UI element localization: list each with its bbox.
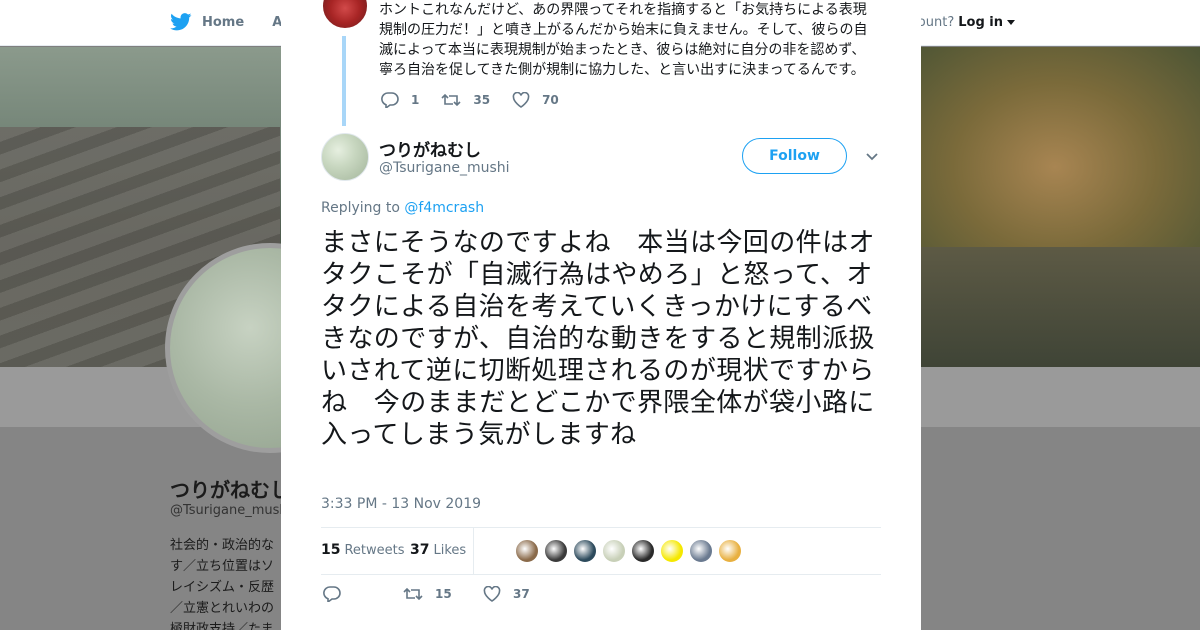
retweet-icon [441, 93, 461, 107]
thread-connector-line [342, 36, 346, 126]
retweets-count: 15 [321, 542, 341, 558]
parent-reply-button[interactable]: 1 [381, 92, 419, 108]
retweets-label: Retweets [344, 543, 405, 558]
parent-reply-count: 1 [411, 93, 420, 107]
chevron-down-icon [866, 153, 878, 161]
parent-like-count: 70 [542, 93, 559, 107]
bio-line: す／立ち位置はソ [170, 559, 275, 574]
likes-count: 37 [410, 542, 430, 558]
tweet-text: まさにそうなのですよね 本当は今回の件はオタクこそが「自滅行為はやめろ」と怒って… [321, 228, 875, 450]
chevron-down-icon [1007, 19, 1015, 25]
twitter-bird-icon[interactable] [170, 13, 192, 31]
like-count: 37 [513, 587, 530, 601]
tweet-modal: ホントこれなんだけど、あの界隈ってそれを指摘すると「お気持ちによる表現規制の圧力… [281, 0, 921, 630]
profile-name: つりがねむし [170, 478, 290, 502]
parent-tweet-text: ホントこれなんだけど、あの界隈ってそれを指摘すると「お気持ちによる表現規制の圧力… [379, 2, 868, 78]
close-icon [1156, 14, 1176, 34]
banner-trees [910, 47, 1200, 247]
reply-icon [323, 586, 341, 602]
like-button[interactable]: 37 [483, 586, 530, 602]
reply-button[interactable] [323, 586, 353, 602]
liker-avatar[interactable] [718, 539, 742, 563]
parent-retweet-count: 35 [473, 93, 491, 107]
follow-button[interactable]: Follow [742, 138, 847, 174]
retweet-button[interactable]: 15 [403, 586, 452, 602]
bio-line: ／立憲とれいわの [170, 601, 275, 616]
bio-line: 極財政支持／たま [170, 622, 274, 630]
heart-icon [512, 92, 530, 108]
liker-avatar[interactable] [660, 539, 684, 563]
login-link[interactable]: Log in [958, 15, 1003, 30]
liker-avatar[interactable] [544, 539, 568, 563]
retweet-icon [403, 587, 423, 601]
likes-stat[interactable]: 37 Likes [410, 542, 466, 558]
tweet-actions: 15 37 [323, 586, 883, 606]
profile-bio: 社会的・政治的な す／立ち位置はソ レイシズム・反歴 ／立憲とれいわの 極財政支… [170, 535, 280, 630]
author-avatar[interactable] [321, 133, 369, 181]
profile-handle: @Tsurigane_mushi [170, 503, 292, 518]
author-name[interactable]: つりがねむし [379, 136, 481, 161]
liker-avatar[interactable] [573, 539, 597, 563]
liker-avatar[interactable] [631, 539, 655, 563]
reply-icon [381, 92, 399, 108]
replying-to-link[interactable]: @f4mcrash [404, 200, 484, 216]
banner-water [910, 247, 1200, 367]
parent-like-button[interactable]: 70 [512, 92, 559, 108]
tweet-stats: 15 Retweets 37 Likes [321, 527, 881, 575]
liker-avatar[interactable] [602, 539, 626, 563]
stats-divider [473, 528, 474, 575]
retweets-stat[interactable]: 15 Retweets [321, 542, 405, 558]
bio-line: 社会的・政治的な [170, 538, 275, 553]
parent-tweet-avatar[interactable] [321, 0, 369, 30]
tweet-timestamp[interactable]: 3:33 PM - 13 Nov 2019 [321, 496, 481, 512]
liker-avatars [515, 539, 742, 563]
parent-retweet-button[interactable]: 35 [441, 92, 490, 108]
nav-home-link[interactable]: Home [202, 15, 244, 30]
heart-icon [483, 586, 501, 602]
replying-to-prefix: Replying to [321, 200, 400, 216]
likes-label: Likes [433, 543, 467, 558]
liker-avatar[interactable] [689, 539, 713, 563]
liker-avatar[interactable] [515, 539, 539, 563]
parent-tweet-actions: 1 35 70 [381, 92, 581, 108]
close-modal-button[interactable] [1154, 12, 1178, 36]
bio-line: レイシズム・反歴 [170, 580, 275, 595]
retweet-count: 15 [435, 587, 452, 601]
author-handle[interactable]: @Tsurigane_mushi [379, 160, 510, 176]
replying-to: Replying to @f4mcrash [321, 200, 484, 216]
tweet-more-menu-button[interactable] [864, 148, 880, 164]
